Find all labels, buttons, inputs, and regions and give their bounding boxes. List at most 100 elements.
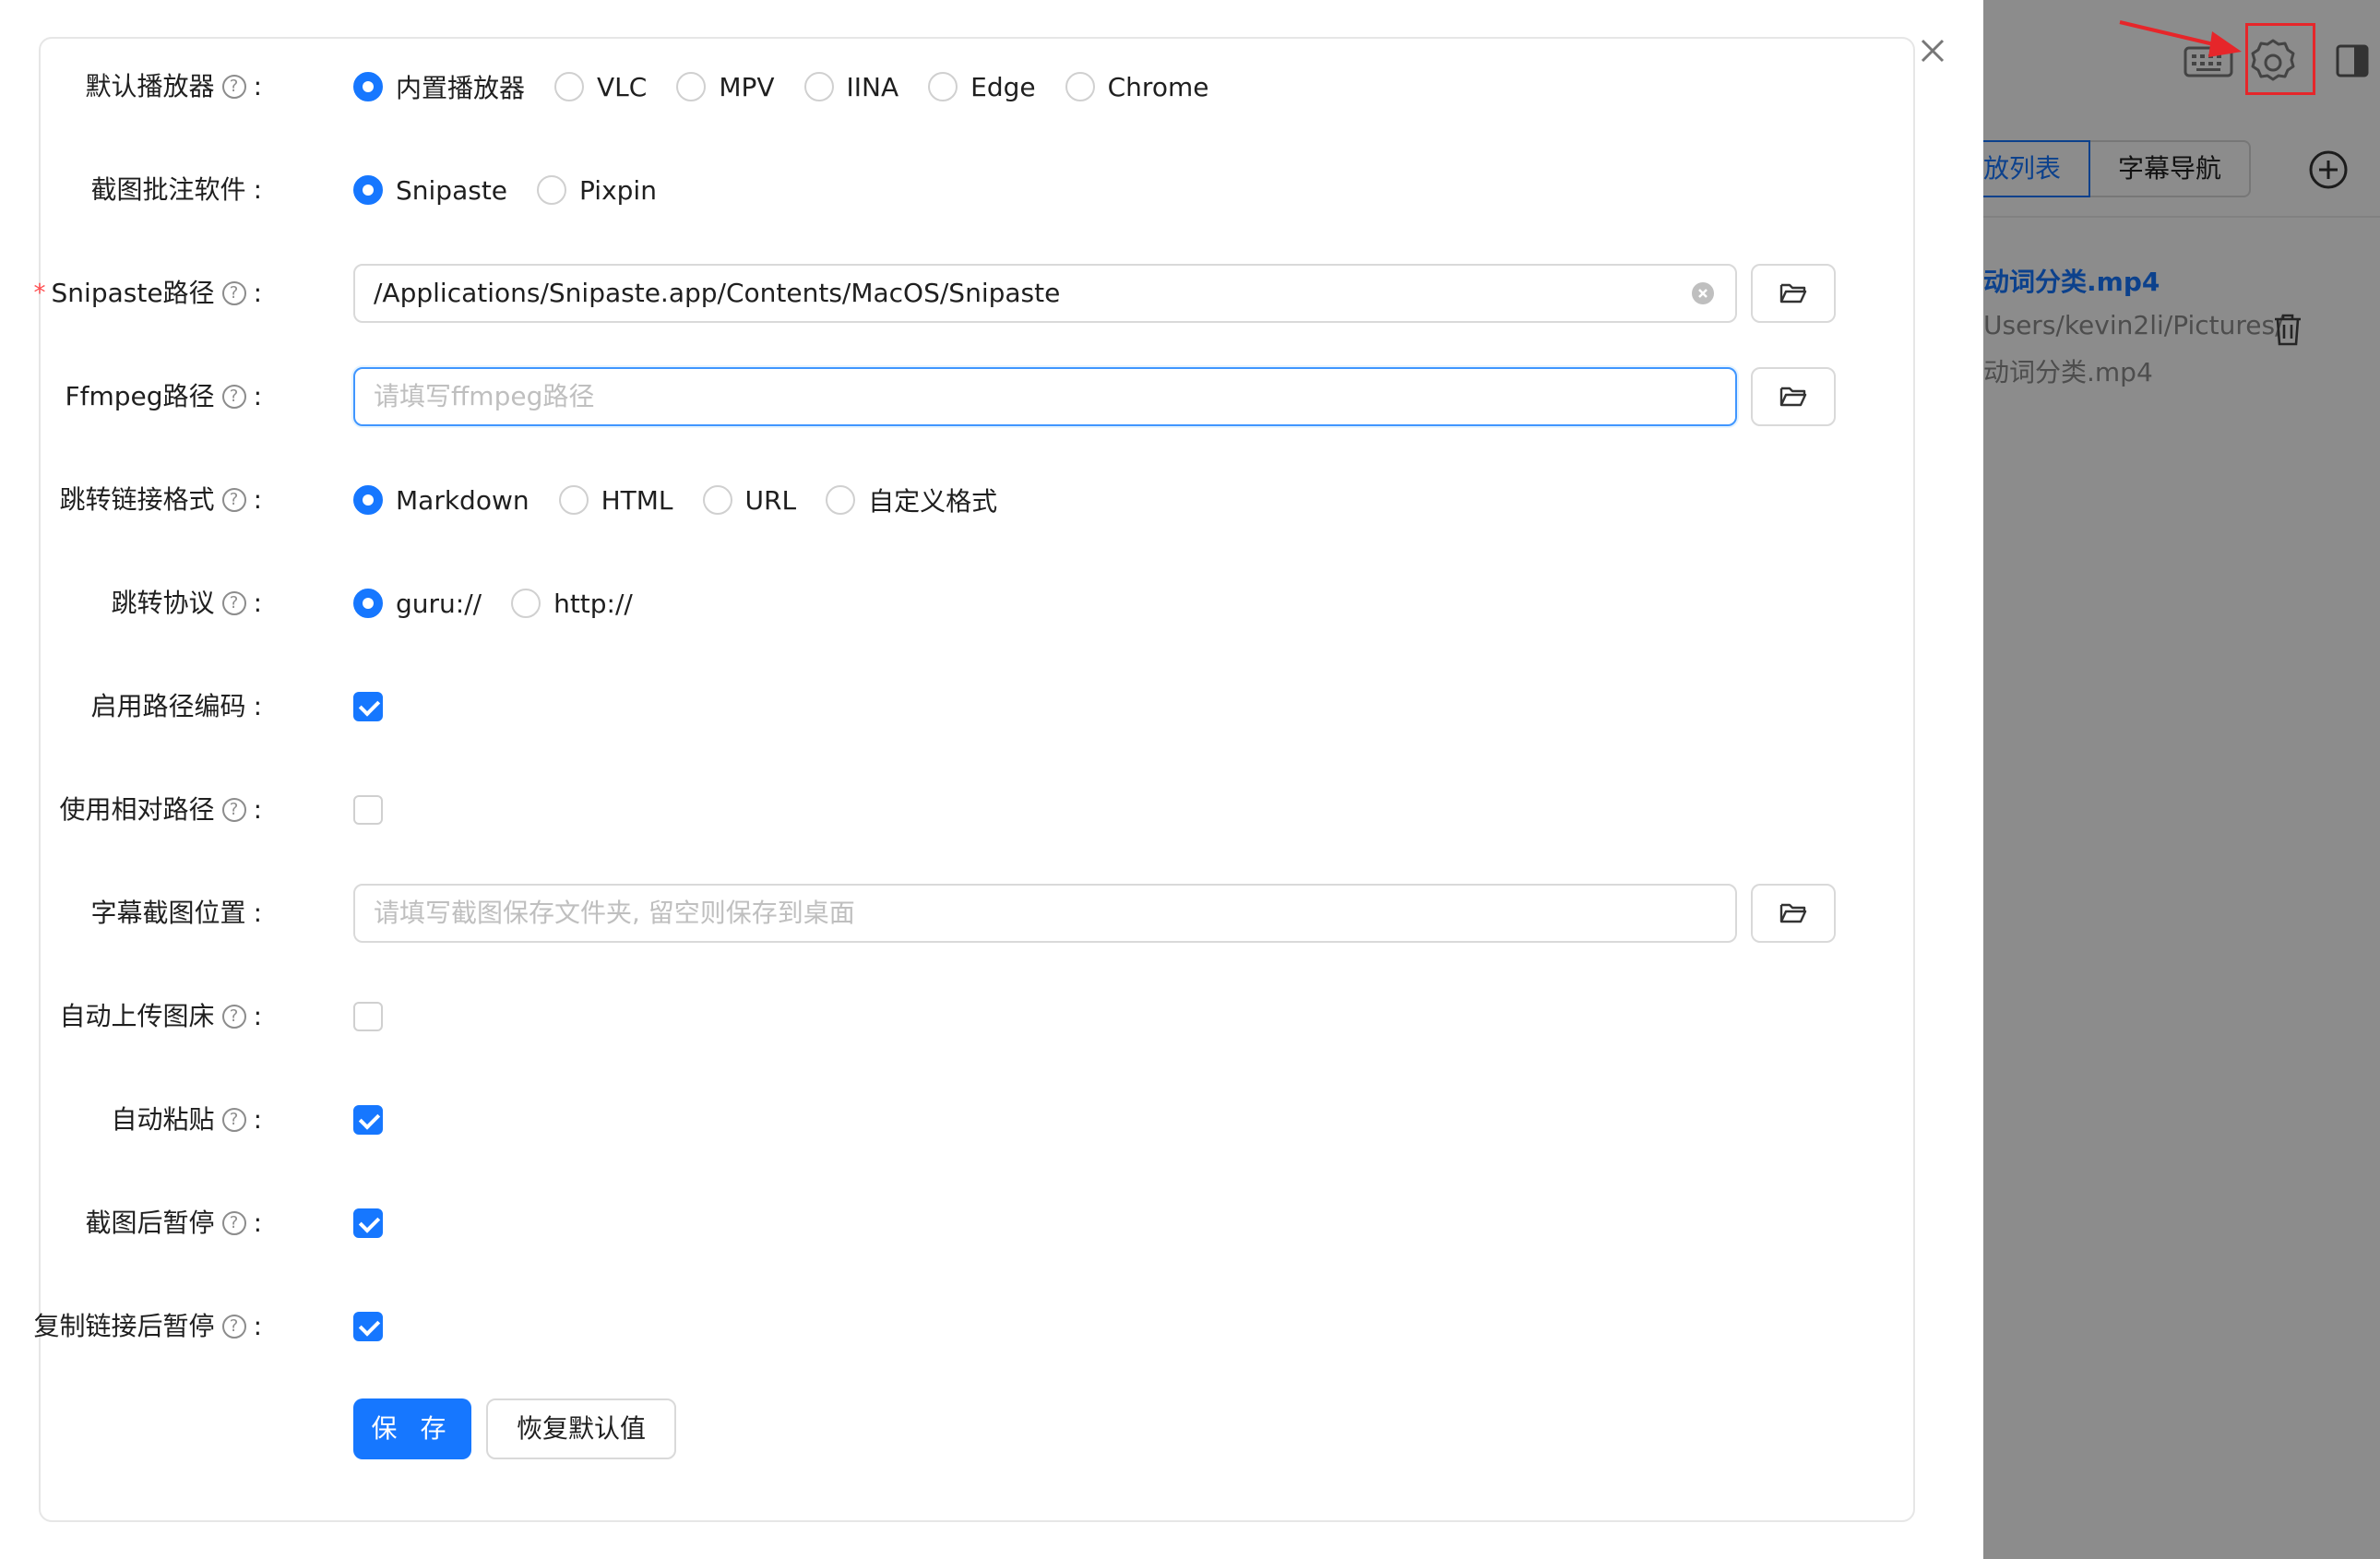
radio-checked[interactable] [353, 175, 383, 205]
radio-label: Pixpin [579, 174, 657, 206]
form-row-auto-paste: 自动粘贴?: [0, 1089, 1983, 1151]
trash-icon[interactable] [2271, 312, 2304, 347]
checkbox-wrapper [353, 675, 383, 738]
checkbox-unchecked[interactable] [353, 795, 383, 825]
radio-checked[interactable] [353, 72, 383, 101]
radio-label: Edge [970, 71, 1036, 102]
checkbox-checked[interactable] [353, 1312, 383, 1341]
checkbox-wrapper [353, 1295, 383, 1358]
radio-unchecked[interactable] [554, 72, 585, 101]
field-label: 复制链接后暂停?: [34, 1295, 262, 1358]
checkbox-checked[interactable] [353, 692, 383, 721]
radio-label: 内置播放器 [396, 73, 526, 103]
clear-circle-icon[interactable] [1692, 282, 1714, 304]
help-icon[interactable]: ? [221, 281, 246, 305]
radio-unchecked[interactable] [1065, 72, 1095, 101]
form-row-screenshot-location: 字幕截图位置: 请填写截图保存文件夹, 留空则保存到桌面 [0, 882, 1983, 945]
field-label-text: 复制链接后暂停 [33, 1311, 215, 1341]
help-icon[interactable]: ? [221, 75, 246, 99]
checkbox-wrapper [353, 985, 383, 1048]
help-icon[interactable]: ? [221, 385, 246, 409]
radio-unchecked[interactable] [928, 72, 958, 101]
form-row-default-player: 默认播放器?: 内置播放器 VLC MPV IINA Edge Chrome [0, 55, 1983, 118]
radio-option[interactable]: 内置播放器 [353, 68, 525, 105]
checkbox-unchecked[interactable] [353, 1002, 383, 1031]
radio-option[interactable]: Chrome [1065, 72, 1208, 102]
field-label-text: 启用路径编码 [90, 691, 246, 721]
file-title[interactable]: 动词分类.mp4 [1983, 262, 2160, 299]
radio-checked[interactable] [353, 485, 383, 515]
radio-option[interactable]: Markdown [353, 485, 530, 516]
label-colon: : [253, 71, 262, 101]
help-icon[interactable]: ? [221, 1211, 246, 1235]
reset-defaults-button[interactable]: 恢复默认值 [486, 1398, 676, 1459]
required-mark: * [33, 280, 46, 307]
checkbox-checked[interactable] [353, 1208, 383, 1238]
label-colon: : [253, 588, 262, 618]
form-row-annotation-software: 截图批注软件: Snipaste Pixpin [0, 159, 1983, 221]
label-colon: : [253, 484, 262, 515]
form-row-ffmpeg-path: Ffmpeg路径?: 请填写ffmpeg路径 [0, 365, 1983, 428]
field-label-text: Ffmpeg路径 [65, 381, 215, 411]
radio-unchecked[interactable] [702, 485, 732, 515]
label-colon: : [253, 381, 262, 411]
radio-label: MPV [719, 71, 775, 102]
radio-label: IINA [846, 71, 899, 102]
tab-subtitle-nav[interactable]: 字幕导航 [2090, 140, 2252, 197]
field-label: 使用相对路径?: [60, 779, 262, 841]
label-colon: : [253, 278, 262, 308]
radio-label: VLC [597, 71, 648, 102]
checkbox-checked[interactable] [353, 1105, 383, 1135]
help-icon[interactable]: ? [221, 1315, 246, 1339]
path-input[interactable]: /Applications/Snipaste.app/Contents/MacO… [353, 264, 1737, 323]
file-path: Users/kevin2li/Pictures/ [1983, 310, 2284, 340]
path-input[interactable]: 请填写ffmpeg路径 [353, 367, 1737, 426]
radio-label: guru:// [396, 588, 482, 619]
help-icon[interactable]: ? [221, 798, 246, 822]
input-value: /Applications/Snipaste.app/Contents/MacO… [374, 278, 1061, 308]
radio-option[interactable]: http:// [511, 589, 633, 619]
radio-option[interactable]: HTML [558, 485, 673, 516]
radio-option[interactable]: 自定义格式 [826, 482, 997, 518]
radio-option[interactable]: IINA [803, 71, 899, 102]
help-icon[interactable]: ? [221, 1108, 246, 1132]
radio-option[interactable]: Edge [928, 71, 1036, 102]
plus-circle-icon[interactable] [2308, 149, 2349, 190]
form-row-relative-path: 使用相对路径?: [0, 779, 1983, 841]
field-label-text: 自动上传图床 [59, 1001, 215, 1031]
help-icon[interactable]: ? [221, 1005, 246, 1029]
radio-unchecked[interactable] [676, 72, 707, 101]
folder-open-icon[interactable] [1751, 367, 1836, 426]
folder-open-icon[interactable] [1751, 884, 1836, 943]
radio-unchecked[interactable] [537, 175, 567, 205]
radio-checked[interactable] [353, 589, 383, 618]
radio-label: Markdown [396, 484, 530, 516]
side-panel-icon[interactable] [2334, 42, 2371, 79]
radio-unchecked[interactable] [803, 72, 834, 101]
radio-option[interactable]: guru:// [353, 589, 482, 619]
label-colon: : [253, 1104, 262, 1135]
path-input[interactable]: 请填写截图保存文件夹, 留空则保存到桌面 [353, 884, 1737, 943]
field-label-text: 使用相对路径 [59, 794, 215, 825]
save-button[interactable]: 保 存 [353, 1398, 471, 1459]
field-label-text: 跳转链接格式 [59, 484, 215, 515]
label-colon: : [253, 1311, 262, 1341]
folder-open-icon[interactable] [1751, 264, 1836, 323]
radio-option[interactable]: Pixpin [537, 175, 657, 206]
checkbox-wrapper [353, 779, 383, 841]
radio-option[interactable]: Snipaste [353, 175, 507, 206]
radio-unchecked[interactable] [511, 589, 541, 618]
radio-option[interactable]: MPV [676, 71, 775, 102]
radio-unchecked[interactable] [826, 485, 856, 515]
field-label-text: 跳转协议 [111, 588, 215, 618]
label-colon: : [253, 794, 262, 825]
field-label: 默认播放器?: [86, 55, 262, 118]
radio-option[interactable]: VLC [554, 72, 647, 102]
help-icon[interactable]: ? [221, 488, 246, 512]
tab-playlist[interactable]: 放列表 [1981, 140, 2091, 197]
radio-option[interactable]: URL [702, 485, 796, 516]
field-label: 截图批注软件: [91, 159, 262, 221]
help-icon[interactable]: ? [221, 591, 246, 615]
radio-unchecked[interactable] [558, 485, 589, 515]
bg-tabs: 放列表 字幕导航 [1981, 140, 2252, 197]
